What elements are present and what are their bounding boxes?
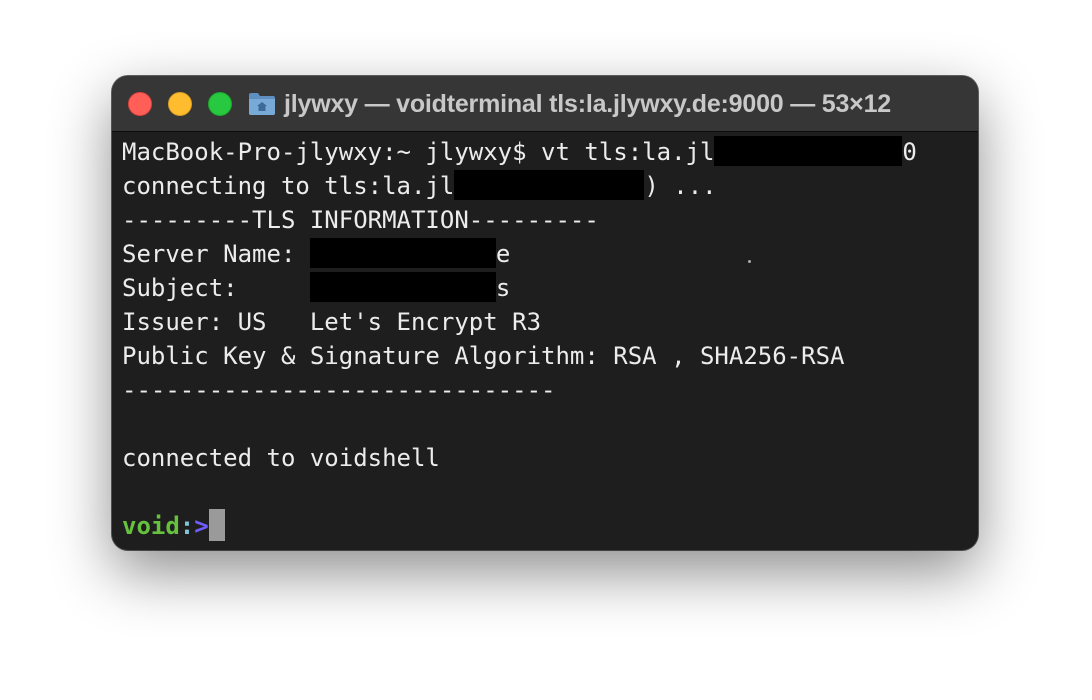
minimize-button[interactable] — [168, 92, 192, 116]
server-name-label: Server Name: — [122, 240, 310, 268]
algorithm-line: Public Key & Signature Algorithm: RSA , … — [122, 342, 845, 370]
server-name-line: Server Name: e — [122, 237, 968, 271]
tls-footer: ------------------------------ — [122, 376, 556, 404]
terminal-content[interactable]: MacBook-Pro-jlywxy:~ jlywxy$ vt tls:la.j… — [122, 135, 968, 543]
home-folder-icon — [249, 93, 275, 115]
connected-line: connected to voidshell — [122, 444, 440, 472]
command-tail: 0 — [902, 138, 917, 166]
redaction-block — [309, 272, 496, 302]
connecting-suffix: ) ... — [644, 172, 717, 200]
close-button[interactable] — [128, 92, 152, 116]
maximize-button[interactable] — [208, 92, 232, 116]
shell-prompt-line[interactable]: void:> — [122, 509, 968, 543]
command-text: vt tls:la.jl — [541, 138, 715, 166]
terminal-window: jlywxy — voidterminal tls:la.jlywxy.de:9… — [112, 76, 978, 550]
subject-label: Subject: — [122, 274, 310, 302]
redaction-block — [454, 170, 645, 200]
subject-line: Subject: s — [122, 271, 968, 305]
shell-colon: : — [179, 512, 195, 540]
subject-tail: s — [495, 274, 511, 302]
speck-mark — [748, 260, 751, 263]
connecting-prefix: connecting to tls:la.jl — [122, 172, 455, 200]
connecting-line: connecting to tls:la.jl ) ... — [122, 169, 968, 203]
redaction-block — [714, 136, 903, 166]
shell-arrow: > — [194, 512, 209, 540]
redaction-block — [309, 238, 496, 268]
shell-name: void — [122, 512, 180, 540]
issuer-line: Issuer: US Let's Encrypt R3 — [122, 308, 542, 336]
command-line: MacBook-Pro-jlywxy:~ jlywxy$ vt tls:la.j… — [122, 135, 968, 169]
server-name-tail: e — [495, 240, 511, 268]
tls-header: ---------TLS INFORMATION--------- — [122, 206, 599, 234]
shell-prompt: MacBook-Pro-jlywxy:~ jlywxy$ — [122, 138, 542, 166]
text-cursor[interactable] — [208, 509, 225, 541]
title-bar[interactable]: jlywxy — voidterminal tls:la.jlywxy.de:9… — [112, 76, 978, 132]
window-title: jlywxy — voidterminal tls:la.jlywxy.de:9… — [284, 90, 891, 118]
